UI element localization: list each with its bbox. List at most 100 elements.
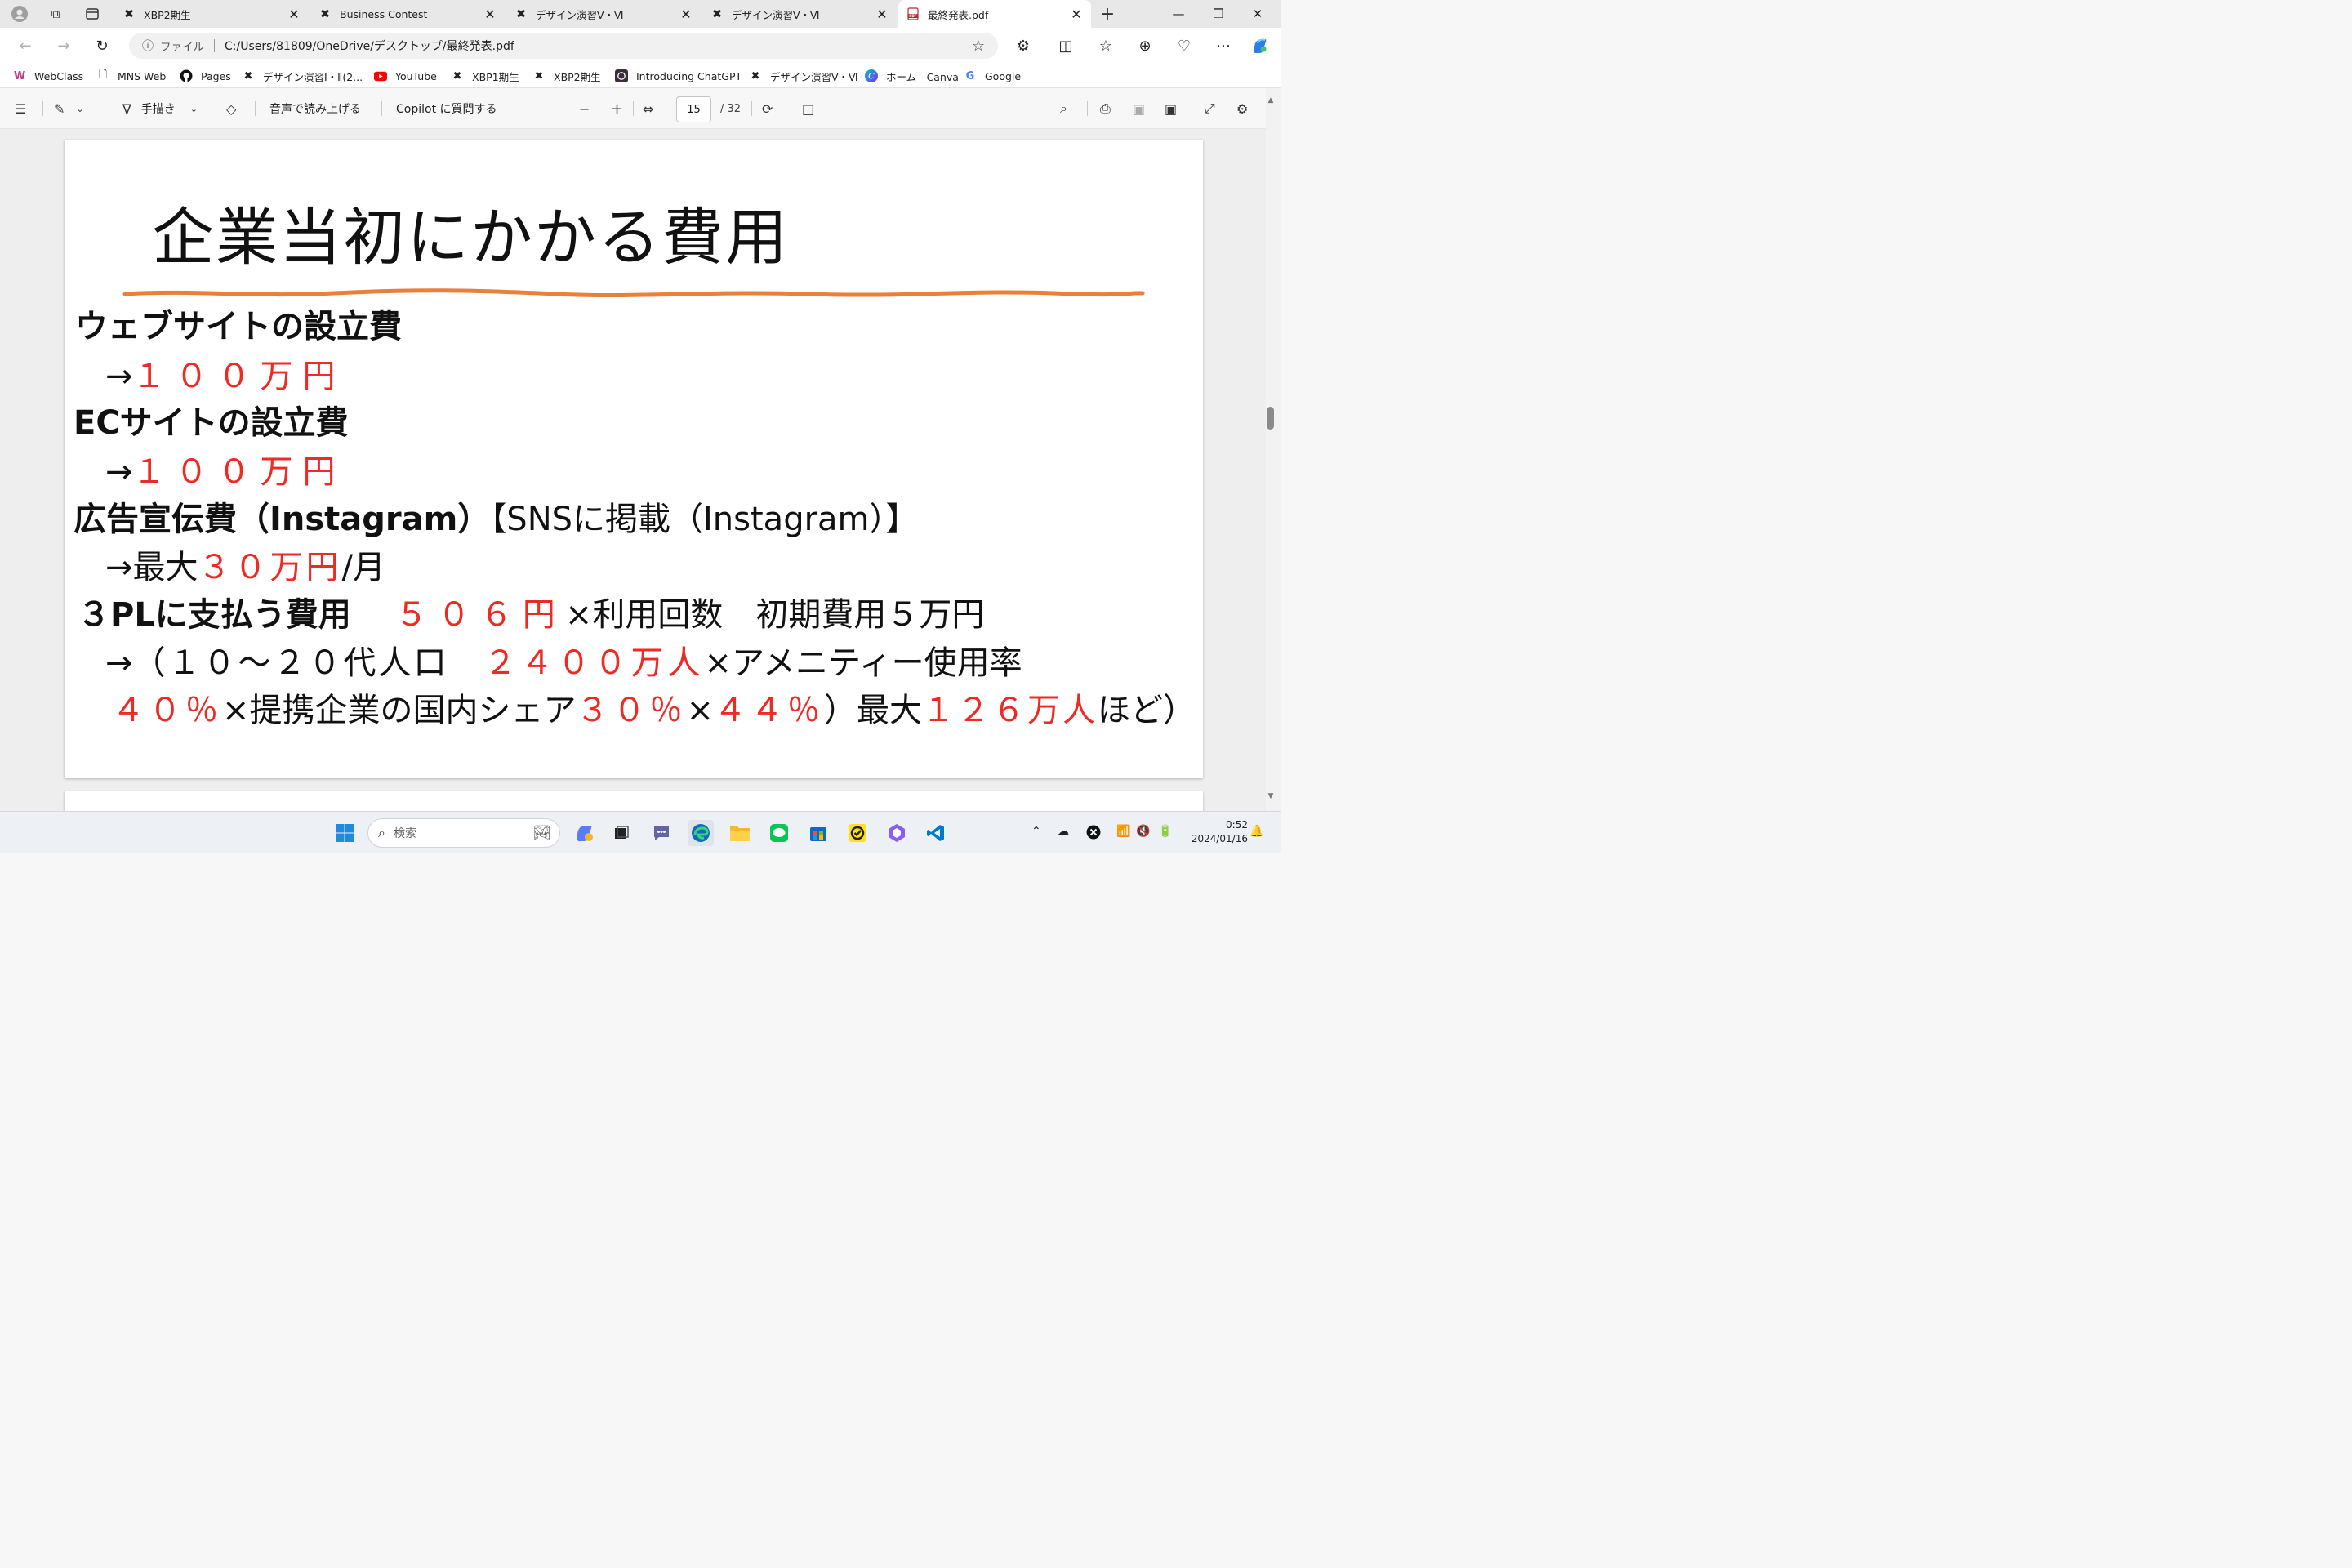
pdf-viewer: 企業当初にかかる費用 ウェブサイトの設立費 →１００万円 ECサイトの設立費 →… — [0, 129, 1266, 811]
minimize-icon[interactable]: — — [1160, 0, 1196, 28]
file-explorer-icon[interactable] — [727, 820, 753, 846]
tab-design-2[interactable]: ✖ デザイン演習Ⅴ・Ⅵ ✕ — [702, 0, 897, 28]
tab-business-contest[interactable]: ✖ Business Contest ✕ — [310, 0, 505, 28]
page-view-icon[interactable]: ◫ — [802, 99, 814, 118]
tab-xbp2[interactable]: ✖ XBP2期生 ✕ — [114, 0, 309, 28]
address-bar[interactable]: ⓘ ファイル C:/Users/81809/OneDrive/デスクトップ/最終… — [129, 33, 998, 59]
print-icon[interactable]: ⎙ — [1100, 99, 1111, 118]
collections-icon[interactable]: ⊕ — [1134, 35, 1156, 56]
close-icon[interactable]: ✕ — [679, 7, 693, 22]
chevron-down-icon[interactable]: ⌄ — [190, 104, 198, 114]
scrollbar-thumb[interactable] — [1267, 407, 1274, 430]
norton-icon[interactable] — [844, 820, 871, 846]
close-icon[interactable]: ✕ — [483, 7, 497, 22]
fullscreen-icon[interactable]: ⤢ — [1205, 99, 1215, 118]
favorite-xbp2[interactable]: ✖ XBP2期生 — [532, 68, 601, 84]
taskbar-clock[interactable]: 0:52 2024/01/16 — [1183, 818, 1248, 846]
zoom-out-icon[interactable]: − — [579, 99, 590, 118]
tab-design-1[interactable]: ✖ デザイン演習Ⅴ・Ⅵ ✕ — [506, 0, 701, 28]
favorite-youtube[interactable]: YouTube — [374, 68, 437, 84]
rotate-icon[interactable]: ⟳ — [762, 99, 773, 118]
more-menu-icon[interactable]: ⋯ — [1213, 35, 1234, 56]
zoom-in-icon[interactable]: + — [611, 99, 623, 118]
onedrive-cloud-icon[interactable]: ☁ — [1058, 825, 1069, 838]
forward-icon[interactable]: → — [53, 35, 74, 56]
notification-bell-icon[interactable]: 🔔 — [1250, 825, 1263, 838]
calc-line-2: ４０％×提携企業の国内シェア３０％×４４％）最大１２６万人ほど） — [112, 684, 1196, 731]
refresh-icon[interactable]: ↻ — [91, 35, 113, 56]
page-total: / 32 — [720, 103, 742, 115]
line-app-icon[interactable] — [766, 820, 792, 846]
copilot-ask-button[interactable]: Copilot に質問する — [396, 99, 497, 118]
info-icon[interactable]: ⓘ — [142, 38, 154, 54]
scroll-up-icon[interactable]: ▲ — [1266, 96, 1276, 105]
webclass-icon: W — [13, 69, 26, 82]
tab-final-pdf[interactable]: PDF 最終発表.pdf ✕ — [898, 0, 1091, 28]
fit-width-icon[interactable]: ⇔ — [643, 99, 653, 118]
close-icon[interactable]: ✕ — [875, 7, 889, 22]
scroll-down-icon[interactable]: ▼ — [1266, 792, 1276, 800]
favorite-xbp1[interactable]: ✖ XBP1期生 — [451, 68, 519, 84]
page-number-input[interactable]: 15 — [676, 96, 711, 122]
clock-time: 0:52 — [1226, 819, 1248, 831]
task-view-icon[interactable] — [608, 820, 635, 846]
restore-icon[interactable]: ❐ — [1200, 0, 1236, 28]
wifi-icon[interactable]: 📶 — [1116, 825, 1130, 838]
search-icon[interactable]: ⌕ — [1060, 99, 1067, 118]
favorite-pages[interactable]: Pages — [180, 68, 231, 84]
calc-amenity-rate-label: ×アメニティー使用率 — [704, 644, 1022, 682]
address-divider — [214, 39, 215, 52]
xbp-icon: ✖ — [711, 7, 723, 21]
profile-icon[interactable] — [11, 5, 29, 23]
save-icon[interactable]: ▣ — [1133, 99, 1145, 118]
app-tray-icon[interactable] — [1086, 825, 1101, 843]
ad-cost-heading-line: 広告宣伝費（Instagram）【SNSに掲載（Instagram）】 — [74, 492, 919, 540]
read-aloud-button[interactable]: 音声で読み上げる — [270, 99, 361, 118]
back-icon[interactable]: ← — [15, 35, 36, 56]
taskbar-search[interactable]: ⌕ 検索 🏞 — [368, 818, 560, 848]
edge-browser-icon[interactable] — [688, 820, 714, 846]
volume-muted-icon[interactable]: 🔇 — [1136, 825, 1150, 838]
copilot-preview-icon[interactable] — [572, 820, 598, 846]
draw-button[interactable]: ∇ 手描き ⌄ — [122, 99, 198, 118]
favorite-star-icon[interactable]: ☆ — [972, 38, 985, 55]
settings-gear-icon[interactable]: ⚙ — [1236, 99, 1248, 118]
svg-text:C: C — [868, 73, 875, 82]
new-tab-icon[interactable]: + — [1098, 4, 1116, 24]
address-url[interactable]: C:/Users/81809/OneDrive/デスクトップ/最終発表.pdf — [225, 38, 972, 54]
microsoft-store-icon[interactable] — [805, 820, 831, 846]
favorite-design-1-2[interactable]: ✖ デザイン演習Ⅰ・Ⅱ(2... — [242, 68, 363, 84]
copilot-icon[interactable] — [1250, 35, 1271, 56]
close-icon[interactable]: ✕ — [1070, 7, 1083, 22]
arrow-icon: → — [105, 453, 133, 491]
workspaces-icon[interactable]: ⧉ — [47, 5, 65, 23]
favorite-chatgpt[interactable]: Introducing ChatGPT — [615, 68, 742, 84]
contents-icon[interactable]: ☰ — [15, 99, 26, 118]
3pl-cost-line: ３PLに支払う費用 ５０６円×利用回数 初期費用５万円 — [78, 588, 984, 635]
battery-icon[interactable]: 🔋 — [1158, 825, 1172, 838]
save-as-icon[interactable]: ▣ — [1165, 99, 1177, 118]
favorites-icon[interactable]: ☆ — [1095, 35, 1116, 56]
xbp-icon: ✖ — [452, 69, 462, 82]
tray-overflow-chevron-up-icon[interactable]: ⌃ — [1031, 825, 1041, 838]
vscode-icon[interactable] — [923, 820, 949, 846]
close-icon[interactable]: ✕ — [287, 7, 301, 22]
windows-start-icon[interactable] — [332, 820, 358, 846]
split-screen-icon[interactable]: ◫ — [1055, 35, 1076, 56]
favorite-mns-web[interactable]: 🗋 MNS Web — [96, 68, 167, 84]
favorite-design-5-6[interactable]: ✖ デザイン演習Ⅴ・Ⅵ — [749, 68, 858, 84]
copilot-app-icon[interactable] — [884, 820, 910, 846]
vertical-scrollbar[interactable] — [1266, 88, 1281, 811]
extensions-icon[interactable]: ⚙ — [1013, 35, 1034, 56]
favorite-canva[interactable]: C ホーム - Canva — [865, 68, 959, 84]
teams-chat-icon[interactable] — [648, 820, 675, 846]
favorite-webclass[interactable]: W WebClass — [13, 68, 83, 84]
favorite-google[interactable]: G Google — [964, 68, 1021, 84]
eraser-button[interactable]: ◇ — [226, 99, 236, 118]
favorite-label: XBP1期生 — [472, 70, 519, 83]
chevron-down-icon[interactable]: ⌄ — [76, 104, 83, 114]
window-close-icon[interactable]: ✕ — [1240, 0, 1276, 28]
performance-icon[interactable]: ♡ — [1174, 35, 1195, 56]
highlight-button[interactable]: ✎ ⌄ — [54, 99, 84, 118]
tab-actions-icon[interactable] — [83, 5, 101, 23]
